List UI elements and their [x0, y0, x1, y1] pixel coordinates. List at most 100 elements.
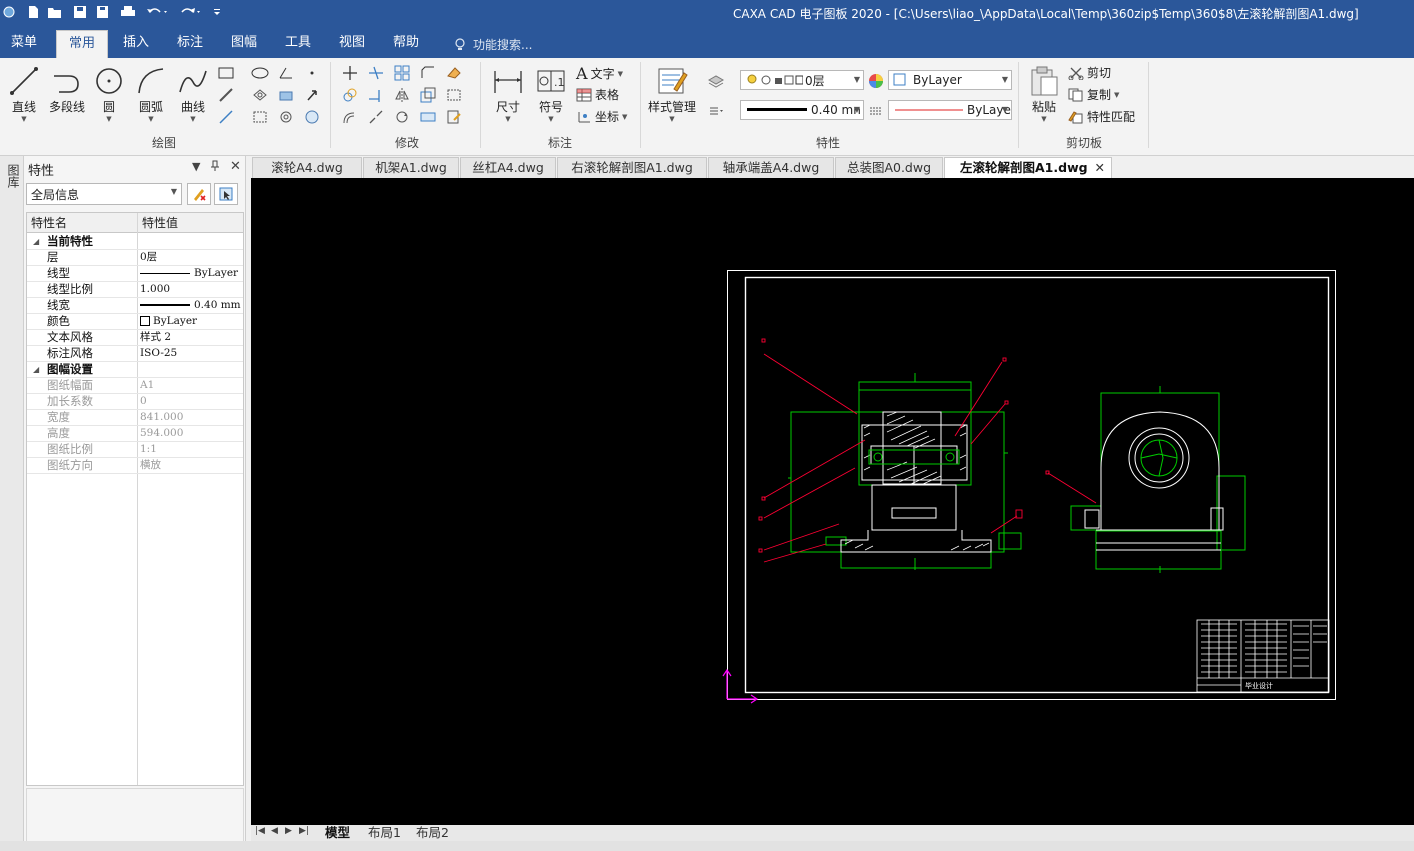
- paste-button[interactable]: 粘贴 ▼: [1026, 64, 1062, 123]
- undo-icon[interactable]: [144, 3, 170, 21]
- property-row[interactable]: 层 0层: [27, 250, 243, 266]
- tab-view[interactable]: 视图: [332, 30, 372, 58]
- copy-button[interactable]: 复制 ▼: [1068, 86, 1119, 103]
- tab-help[interactable]: 帮助: [386, 30, 426, 58]
- layout-tab-2[interactable]: 布局2: [416, 825, 449, 841]
- collapse-icon[interactable]: ◢: [33, 234, 39, 249]
- layout-tab-1[interactable]: 布局1: [368, 825, 401, 841]
- coordinate-button[interactable]: 坐标 ▼: [576, 108, 627, 125]
- linetype-combo[interactable]: ByLaye ▼: [888, 100, 1012, 120]
- linetype-list-icon[interactable]: [866, 102, 886, 120]
- polyline-button[interactable]: 多段线: [46, 64, 88, 115]
- color-wheel-icon[interactable]: [866, 72, 886, 90]
- hatch-line-icon[interactable]: [216, 86, 236, 104]
- arc-button[interactable]: 圆弧 ▼: [135, 64, 167, 123]
- explode-icon[interactable]: [444, 86, 464, 104]
- save-as-icon[interactable]: [94, 3, 112, 21]
- property-row[interactable]: 颜色 ByLayer: [27, 314, 243, 330]
- region-icon[interactable]: [250, 86, 270, 104]
- arrow-icon[interactable]: [302, 86, 322, 104]
- offset-icon[interactable]: [340, 108, 360, 126]
- customize-icon[interactable]: [210, 3, 224, 21]
- break-icon[interactable]: [366, 108, 386, 126]
- property-row[interactable]: 线型 ByLayer: [27, 266, 243, 282]
- gear-pattern-icon[interactable]: [276, 108, 296, 126]
- clear-selection-button[interactable]: [187, 183, 211, 205]
- table-frame-icon[interactable]: [250, 108, 270, 126]
- tab-annotate[interactable]: 标注: [170, 30, 210, 58]
- scale-icon[interactable]: [418, 86, 438, 104]
- block-icon[interactable]: [276, 86, 296, 104]
- prev-layout-icon[interactable]: ◀: [271, 826, 278, 836]
- pin-icon[interactable]: [210, 160, 220, 175]
- property-row[interactable]: 标注风格 ISO-25: [27, 346, 243, 362]
- library-tab[interactable]: 图库: [5, 164, 20, 188]
- doc-tab[interactable]: 机架A1.dwg: [363, 157, 459, 178]
- quick-select-button[interactable]: [214, 183, 238, 205]
- doc-tab[interactable]: 右滚轮解剖图A1.dwg: [557, 157, 707, 178]
- mirror-icon[interactable]: [392, 86, 412, 104]
- rotate-icon[interactable]: [392, 108, 412, 126]
- print-icon[interactable]: [119, 3, 137, 21]
- match-properties-button[interactable]: 特性匹配: [1068, 108, 1135, 125]
- copy-object-icon[interactable]: [340, 86, 360, 104]
- panel-menu-icon[interactable]: ▼: [192, 160, 200, 173]
- property-category[interactable]: ◢ 当前特性: [27, 234, 243, 250]
- eraser-icon[interactable]: [444, 64, 464, 82]
- layout-tab-model[interactable]: 模型: [325, 825, 350, 841]
- move-icon[interactable]: [340, 64, 360, 82]
- last-layout-icon[interactable]: ▶|: [299, 826, 309, 836]
- drawing-canvas[interactable]: 毕业设计: [251, 178, 1414, 825]
- scope-select[interactable]: 全局信息 ▼: [26, 183, 182, 205]
- angle-icon[interactable]: [276, 64, 296, 82]
- save-icon[interactable]: [71, 3, 89, 21]
- trim-icon[interactable]: [366, 64, 386, 82]
- lineweight-list-icon[interactable]: [706, 102, 726, 120]
- property-row[interactable]: 文本风格 样式 2: [27, 330, 243, 346]
- circle-button[interactable]: 圆 ▼: [93, 64, 125, 123]
- construction-line-icon[interactable]: [216, 108, 236, 126]
- edit-icon[interactable]: [444, 108, 464, 126]
- tab-home[interactable]: 常用: [56, 30, 108, 58]
- doc-tab[interactable]: 总装图A0.dwg: [835, 157, 943, 178]
- close-tab-icon[interactable]: ✕: [1095, 158, 1105, 178]
- symbol-button[interactable]: .1 符号 ▼: [534, 64, 568, 123]
- property-row[interactable]: 线宽 0.40 mm: [27, 298, 243, 314]
- point-icon[interactable]: [302, 64, 322, 82]
- doc-tab[interactable]: 滚轮A4.dwg: [252, 157, 362, 178]
- layer-combo[interactable]: 0层 ▼: [740, 70, 864, 90]
- doc-tab[interactable]: 丝杠A4.dwg: [460, 157, 556, 178]
- array-icon[interactable]: [392, 64, 412, 82]
- property-category[interactable]: ◢ 图幅设置: [27, 362, 243, 378]
- curve-button[interactable]: 曲线 ▼: [176, 64, 210, 123]
- redo-icon[interactable]: [177, 3, 203, 21]
- rectangle-icon[interactable]: [216, 64, 236, 82]
- tab-insert[interactable]: 插入: [116, 30, 156, 58]
- layer-manager-icon[interactable]: [706, 72, 726, 90]
- collapse-icon[interactable]: ◢: [33, 362, 39, 377]
- doc-tab[interactable]: 轴承端盖A4.dwg: [708, 157, 834, 178]
- first-layout-icon[interactable]: |◀: [255, 826, 265, 836]
- feature-search[interactable]: 功能搜索...: [455, 36, 532, 53]
- line-button[interactable]: 直线 ▼: [8, 64, 40, 123]
- cut-button[interactable]: 剪切: [1068, 64, 1111, 81]
- color-combo[interactable]: ByLayer ▼: [888, 70, 1012, 90]
- tab-sheet[interactable]: 图幅: [224, 30, 264, 58]
- doc-tab-active[interactable]: 左滚轮解剖图A1.dwg ✕: [944, 157, 1112, 178]
- dimension-button[interactable]: 尺寸 ▼: [490, 64, 526, 123]
- property-row[interactable]: 线型比例 1.000: [27, 282, 243, 298]
- ellipse-icon[interactable]: [250, 64, 270, 82]
- lineweight-combo[interactable]: 0.40 mn ▼: [740, 100, 864, 120]
- extend-icon[interactable]: [366, 86, 386, 104]
- new-file-icon[interactable]: [24, 3, 42, 21]
- style-manager-button[interactable]: 样式管理 ▼: [644, 64, 700, 123]
- table-button[interactable]: 表格: [576, 86, 619, 103]
- open-file-icon[interactable]: [46, 3, 64, 21]
- next-layout-icon[interactable]: ▶: [285, 826, 292, 836]
- close-icon[interactable]: ✕: [230, 159, 241, 174]
- stretch-icon[interactable]: [418, 108, 438, 126]
- app-logo-icon[interactable]: [2, 3, 16, 21]
- tab-menu[interactable]: 菜单: [4, 30, 44, 58]
- image-icon[interactable]: [302, 108, 322, 126]
- chamfer-icon[interactable]: [418, 64, 438, 82]
